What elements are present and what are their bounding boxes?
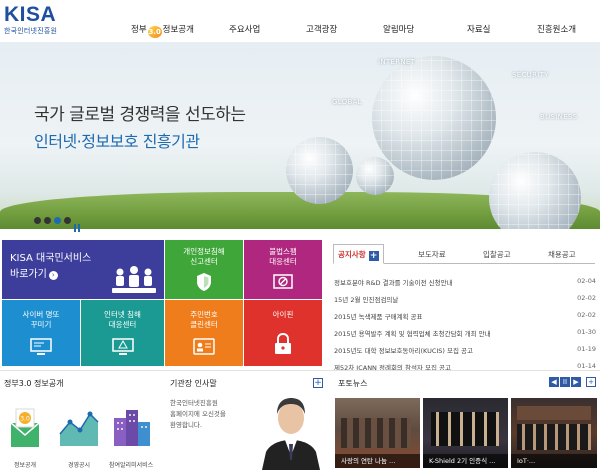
ipin-tile[interactable]: 아이핀 xyxy=(244,300,322,366)
site-header: KISA 한국인터넷진흥원 정부 3.0 정보공개 주요사업 고객광장 알림마당 자… xyxy=(0,0,600,42)
cyber-card-label1: 사이버 명또 xyxy=(22,310,60,319)
ceo-greeting-title: 기관장 인사말 xyxy=(170,379,217,388)
slide-controls xyxy=(34,210,82,232)
tab-recruit[interactable]: 채용공고 xyxy=(548,249,576,260)
hero-subheadline: 인터넷·정보보호 진흥기관 xyxy=(34,132,200,151)
tab-press[interactable]: 보도자료 xyxy=(418,249,446,260)
rrn-clean-tile[interactable]: 주민번호 클린센터 xyxy=(165,300,243,366)
id-card-icon xyxy=(193,338,215,355)
nav-gov30-post: 정보공개 xyxy=(162,25,194,35)
photo-prev-icon[interactable]: ◀ xyxy=(549,377,559,387)
tab-bids[interactable]: 입찰공고 xyxy=(483,249,511,260)
public-services-title: KISA 대국민서비스 xyxy=(10,253,92,264)
incident-response-label2: 대응센터 xyxy=(108,320,137,329)
list-item[interactable]: 제52차 ICANN 정례회의 참석자 모집 공고 01-14 xyxy=(334,359,596,376)
incident-response-tile[interactable]: 인터넷 침해 대응센터 xyxy=(81,300,164,366)
photo-item-3[interactable]: IoT·... xyxy=(511,398,597,468)
people-group-icon xyxy=(112,266,156,293)
photo-item-1[interactable]: 사랑의 연탄 나눔 ... xyxy=(335,398,420,468)
slide-dot-2[interactable] xyxy=(44,217,51,224)
right-globe-image xyxy=(489,152,581,229)
photo-pause-icon[interactable]: II xyxy=(560,377,570,387)
public-services-tile[interactable]: KISA 대국민서비스 바로가기 › xyxy=(2,240,164,299)
hero-label-security: SECURITY xyxy=(512,71,549,79)
shield-icon xyxy=(197,273,211,291)
list-item[interactable]: 2015년 녹색제품 구매계획 공표 02-02 xyxy=(334,308,596,325)
nav-gov30-pre: 정부 xyxy=(131,25,147,35)
tab-notice[interactable]: 공지사항 + xyxy=(333,244,384,264)
photo-item-2[interactable]: K-Shield 2기 인증식 ... xyxy=(423,398,508,468)
nav-customer-plaza[interactable]: 고객광장 xyxy=(306,23,337,35)
monitor-alert-icon xyxy=(111,338,134,355)
incident-response-label1: 인터넷 침해 xyxy=(104,310,141,319)
spam-center-label2: 대응센터 xyxy=(269,257,297,266)
pause-icon[interactable] xyxy=(74,217,82,232)
monitor-icon xyxy=(30,338,52,355)
hero-label-global: GLOBAL xyxy=(332,98,362,106)
main-nav: 정부 3.0 정보공개 주요사업 고객광장 알림마당 자료실 진흥원소개 xyxy=(0,23,600,38)
cyber-card-label2: 꾸미기 xyxy=(30,320,52,329)
small-globe-image xyxy=(356,157,394,195)
no-spam-mail-icon xyxy=(273,274,293,289)
ipin-label: 아이핀 xyxy=(272,310,294,319)
gov30-badge-icon: 3.0 xyxy=(147,26,162,38)
logo-text: KISA xyxy=(4,3,57,26)
hero-label-business: BUSINESS xyxy=(540,113,578,121)
lock-icon xyxy=(275,333,291,354)
hero-label-internet: INTERNET xyxy=(378,58,416,66)
photo-more-plus-icon[interactable]: + xyxy=(586,377,596,387)
slide-dot-4[interactable] xyxy=(64,217,71,224)
privacy-report-label1: 개인정보침해 xyxy=(183,247,225,256)
ceo-more-plus-icon[interactable]: + xyxy=(313,378,323,388)
management-chart-icon[interactable] xyxy=(58,408,100,448)
nav-notice-board[interactable]: 알림마당 xyxy=(383,23,414,35)
photo-caption-3: IoT·... xyxy=(511,454,597,468)
nav-main-business[interactable]: 주요사업 xyxy=(229,23,260,35)
list-item[interactable]: 정보호분야 R&D 결과를 기술이전 신청안내 02-04 xyxy=(334,274,596,291)
public-services-link: 바로가기 › xyxy=(10,265,58,280)
notice-more-plus-icon[interactable]: + xyxy=(368,251,379,261)
slide-dot-3[interactable] xyxy=(54,217,61,224)
photo-caption-2: K-Shield 2기 인증식 ... xyxy=(423,454,508,468)
slide-dot-1[interactable] xyxy=(34,217,41,224)
nav-gov30[interactable]: 정부 3.0 정보공개 xyxy=(131,23,194,38)
arrow-right-icon: › xyxy=(48,271,58,280)
section-divider xyxy=(0,370,600,371)
hero-headline: 국가 글로벌 경쟁력을 선도하는 xyxy=(34,105,246,125)
nav-about[interactable]: 진흥원소개 xyxy=(537,23,576,35)
cyber-card-tile[interactable]: 사이버 명또 꾸미기 xyxy=(2,300,80,366)
large-globe-image xyxy=(372,56,496,180)
photo-caption-1: 사랑의 연탄 나눔 ... xyxy=(335,454,420,468)
left-globe-image xyxy=(286,137,353,204)
privacy-report-tile[interactable]: 개인정보침해 신고센터 xyxy=(165,240,243,299)
spam-center-label1: 불법스팸 xyxy=(269,247,297,256)
participation-service-label[interactable]: 참여알리미서비스 xyxy=(109,460,153,469)
rrn-clean-label1: 주민번호 xyxy=(190,310,218,319)
info-disclosure-icon[interactable]: 3.0 xyxy=(8,405,42,449)
hero-banner[interactable]: INTERNET GLOBAL SECURITY BUSINESS 국가 글로벌… xyxy=(0,42,600,229)
spam-center-tile[interactable]: 불법스팸 대응센터 xyxy=(244,240,322,299)
photo-news-title: 포토뉴스 xyxy=(338,379,368,388)
list-item[interactable]: 2015년도 대학 정보보호동아리(KUCIS) 모집 공고 01-19 xyxy=(334,342,596,359)
rrn-clean-label2: 클린센터 xyxy=(190,320,218,329)
management-disclosure-label[interactable]: 경영공시 xyxy=(68,460,90,469)
privacy-report-label2: 신고센터 xyxy=(190,257,218,266)
ceo-greeting-text: 한국인터넷진흥원 홈페이지에 오신것을 환영합니다. xyxy=(170,399,226,429)
buildings-icon[interactable] xyxy=(112,408,152,448)
info-disclosure-label[interactable]: 정보공개 xyxy=(14,460,36,469)
nav-resources[interactable]: 자료실 xyxy=(467,23,490,35)
news-list: 정보호분야 R&D 결과를 기술이전 신청안내 02-04 15년 2월 인진점검… xyxy=(334,274,596,376)
news-tabs: 공지사항 + 보도자료 입찰공고 채용공고 xyxy=(333,244,595,264)
list-item[interactable]: 15년 2월 인진점검의날 02-02 xyxy=(334,291,596,308)
list-item[interactable]: 2015년 용역발주 계획 및 협력업체 초청간담회 개최 안내 01-30 xyxy=(334,325,596,342)
photo-next-icon[interactable]: ▶ xyxy=(571,377,581,387)
gov30-section-title: 정부3.0 정보공개 xyxy=(4,379,64,388)
ceo-portrait-image xyxy=(262,398,320,470)
svg-text:3.0: 3.0 xyxy=(20,416,30,423)
